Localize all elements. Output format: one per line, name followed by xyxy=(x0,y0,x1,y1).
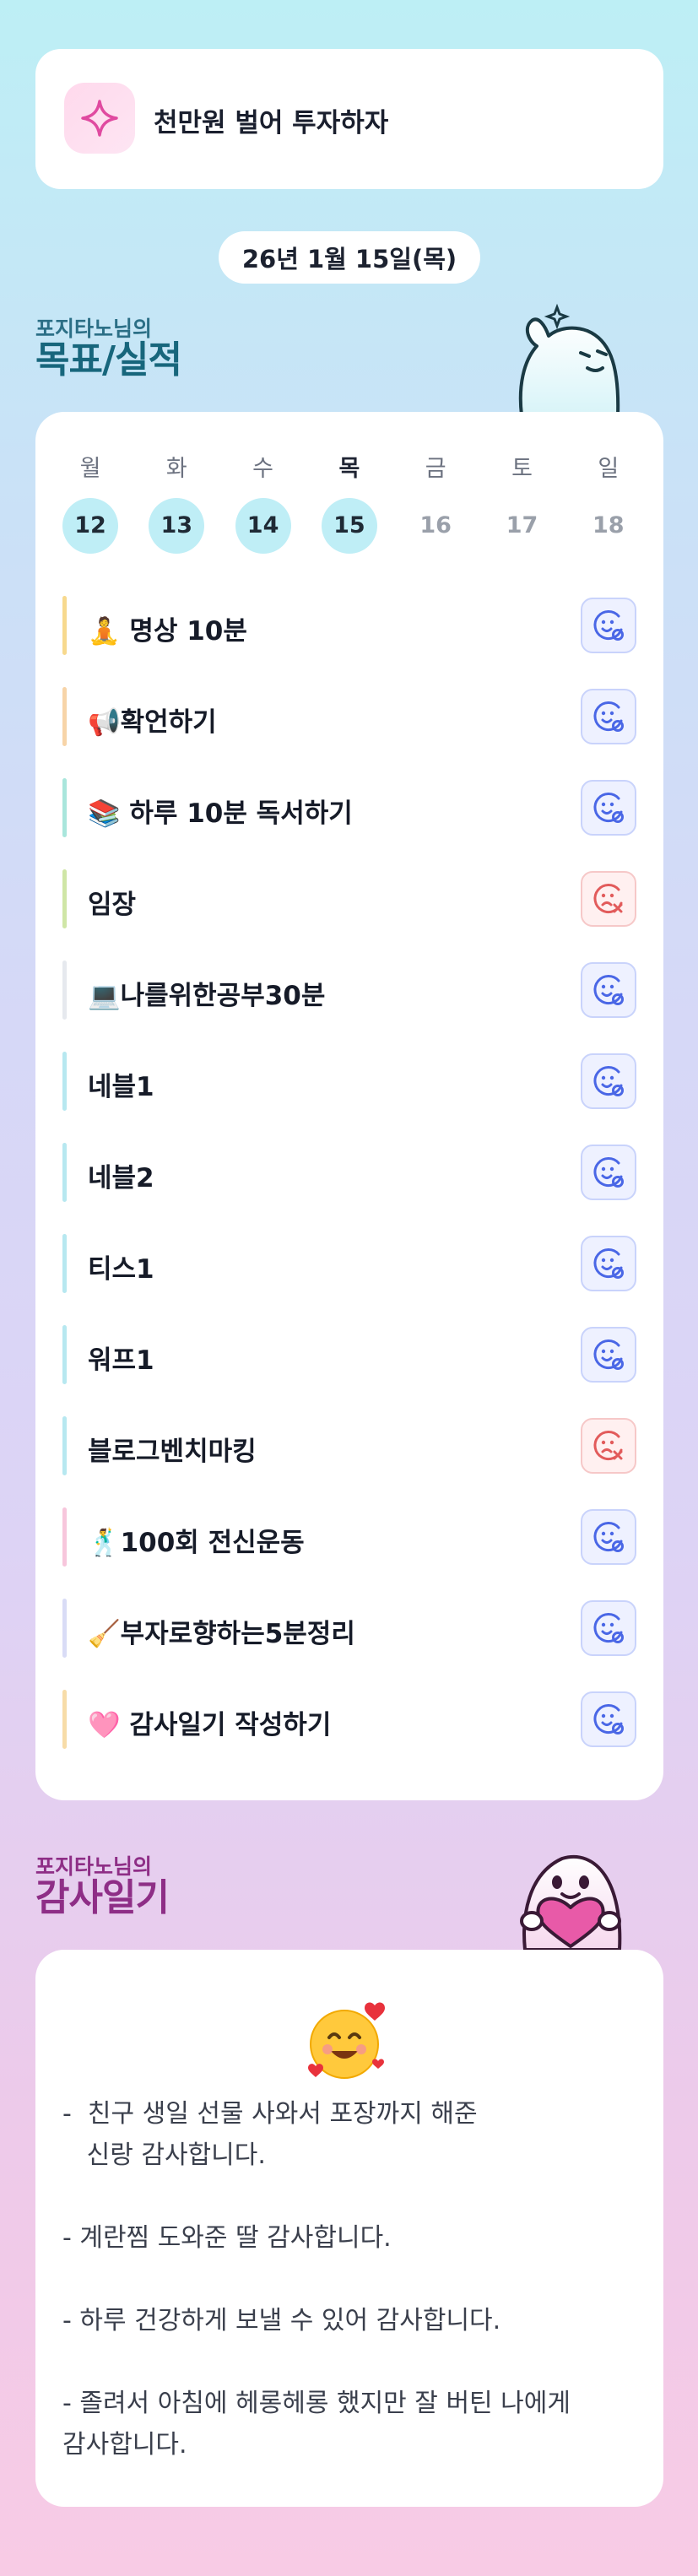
task-label: 📚 하루 10분 독서하기 xyxy=(88,798,353,829)
task-color-bar xyxy=(62,687,67,746)
task-done-icon[interactable] xyxy=(581,1691,636,1747)
task-color-bar xyxy=(62,961,67,1020)
task-done-icon[interactable] xyxy=(581,689,636,744)
calendar-day[interactable]: 토 17 xyxy=(495,454,550,554)
task-done-icon[interactable] xyxy=(581,1327,636,1383)
task-done-icon[interactable] xyxy=(581,1509,636,1565)
calendar-day[interactable]: 수 14 xyxy=(235,454,291,554)
gratitude-entry: - 졸려서 아침에 헤롱헤롱 했지만 잘 버틴 나에게 감사합니다. xyxy=(62,2389,571,2460)
task-row[interactable]: 임장 xyxy=(62,854,636,945)
gratitude-title-main: 감사일기 xyxy=(35,1876,170,1919)
task-row[interactable]: 📢확언하기 xyxy=(62,672,636,763)
task-done-icon[interactable] xyxy=(581,1600,636,1656)
task-done-icon[interactable] xyxy=(581,1053,636,1109)
task-done-icon[interactable] xyxy=(581,962,636,1018)
waving-mascot-illustration xyxy=(503,302,630,417)
week-calendar: 월 12 화 13 수 14 목 15 금 16 토 17 일 18 xyxy=(62,454,663,554)
task-done-icon[interactable] xyxy=(581,1236,636,1291)
task-color-bar xyxy=(62,1599,67,1658)
day-name: 월 xyxy=(79,456,101,482)
task-label: 🩷 감사일기 작성하기 xyxy=(88,1710,332,1740)
task-color-bar xyxy=(62,1052,67,1111)
task-row[interactable]: 🧹부자로향하는5분정리 xyxy=(62,1583,636,1675)
task-failed-icon[interactable] xyxy=(581,1418,636,1474)
task-row[interactable]: 🩷 감사일기 작성하기 xyxy=(62,1675,636,1766)
task-done-icon[interactable] xyxy=(581,598,636,653)
date-selector[interactable]: 26년 1월 15일(목) xyxy=(219,231,480,284)
task-row[interactable]: 🕺100회 전신운동 xyxy=(62,1492,636,1583)
task-color-bar xyxy=(62,869,67,928)
task-color-bar xyxy=(62,1143,67,1202)
goals-card: 월 12 화 13 수 14 목 15 금 16 토 17 일 18 🧘 명상 10분 📢확언하기 📚 하루 … xyxy=(35,412,663,1800)
task-color-bar xyxy=(62,1690,67,1749)
task-label: 워프1 xyxy=(88,1345,154,1376)
task-color-bar xyxy=(62,1325,67,1384)
gratitude-section-title: 포지타노님의 감사일기 xyxy=(35,1854,170,1919)
calendar-day[interactable]: 화 13 xyxy=(149,454,205,554)
day-name: 목 xyxy=(338,456,360,482)
goals-title-main: 목표/실적 xyxy=(35,338,182,382)
task-done-icon[interactable] xyxy=(581,780,636,836)
task-row[interactable]: 📚 하루 10분 독서하기 xyxy=(62,763,636,854)
task-label: 🧹부자로향하는5분정리 xyxy=(88,1619,355,1649)
task-row[interactable]: 워프1 xyxy=(62,1310,636,1401)
gratitude-entry: - 계란찜 도와준 딸 감사합니다. xyxy=(62,2223,392,2253)
task-list: 🧘 명상 10분 📢확언하기 📚 하루 10분 독서하기임장 💻나를위한공부30분네블… xyxy=(62,581,636,1766)
task-color-bar xyxy=(62,1416,67,1475)
smiling-face-with-hearts-icon xyxy=(306,1999,390,2083)
task-label: 💻나를위한공부30분 xyxy=(88,981,326,1011)
task-color-bar xyxy=(62,1507,67,1567)
day-date: 17 xyxy=(506,512,538,538)
task-label: 📢확언하기 xyxy=(88,707,217,738)
day-date: 15 xyxy=(321,498,377,554)
day-name: 금 xyxy=(425,456,446,482)
calendar-day[interactable]: 목 15 xyxy=(321,454,377,554)
day-name: 일 xyxy=(598,456,620,482)
gratitude-entry: - 친구 생일 선물 사와서 포장까지 해준 신랑 감사합니다. xyxy=(62,2099,478,2170)
task-label: 임장 xyxy=(88,890,137,920)
task-row[interactable]: 티스1 xyxy=(62,1219,636,1310)
goals-section-title: 포지타노님의 목표/실적 xyxy=(35,317,182,382)
task-failed-icon[interactable] xyxy=(581,871,636,927)
heart-hugging-mascot-illustration xyxy=(503,1840,638,1951)
task-row[interactable]: 💻나를위한공부30분 xyxy=(62,945,636,1036)
task-label: 네블1 xyxy=(88,1072,154,1102)
task-color-bar xyxy=(62,778,67,837)
task-color-bar xyxy=(62,596,67,655)
gratitude-title-owner: 포지타노님의 xyxy=(35,1854,153,1879)
day-date: 13 xyxy=(149,498,205,554)
goals-title-owner: 포지타노님의 xyxy=(35,317,153,341)
day-date: 18 xyxy=(592,512,625,538)
day-name: 토 xyxy=(511,456,533,482)
task-label: 블로그벤치마킹 xyxy=(88,1437,257,1467)
task-done-icon[interactable] xyxy=(581,1145,636,1200)
task-row[interactable]: 네블1 xyxy=(62,1036,636,1128)
calendar-day[interactable]: 금 16 xyxy=(408,454,463,554)
gratitude-card: - 친구 생일 선물 사와서 포장까지 해준 신랑 감사합니다. - 계란찜 도와… xyxy=(35,1950,663,2507)
day-name: 화 xyxy=(165,456,187,482)
gratitude-entry: - 하루 건강하게 보낼 수 있어 감사합니다. xyxy=(62,2306,501,2335)
calendar-day[interactable]: 일 18 xyxy=(581,454,636,554)
task-color-bar xyxy=(62,1234,67,1293)
day-name: 수 xyxy=(252,456,274,482)
goal-card[interactable]: 천만원 벌어 투자하자 xyxy=(35,49,663,189)
calendar-day[interactable]: 월 12 xyxy=(62,454,118,554)
task-label: 네블2 xyxy=(88,1163,154,1193)
day-date: 12 xyxy=(62,498,118,554)
task-row[interactable]: 🧘 명상 10분 xyxy=(62,581,636,672)
task-label: 티스1 xyxy=(88,1254,154,1285)
goal-text: 천만원 벌어 투자하자 xyxy=(154,108,389,138)
sparkle-icon xyxy=(64,83,135,154)
day-date: 14 xyxy=(235,498,291,554)
task-row[interactable]: 블로그벤치마킹 xyxy=(62,1401,636,1492)
gratitude-entries: - 친구 생일 선물 사와서 포장까지 해준 신랑 감사합니다. - 계란찜 도와… xyxy=(62,2093,645,2507)
task-row[interactable]: 네블2 xyxy=(62,1128,636,1219)
task-label: 🕺100회 전신운동 xyxy=(88,1528,305,1558)
day-date: 16 xyxy=(419,512,452,538)
task-label: 🧘 명상 10분 xyxy=(88,616,247,647)
